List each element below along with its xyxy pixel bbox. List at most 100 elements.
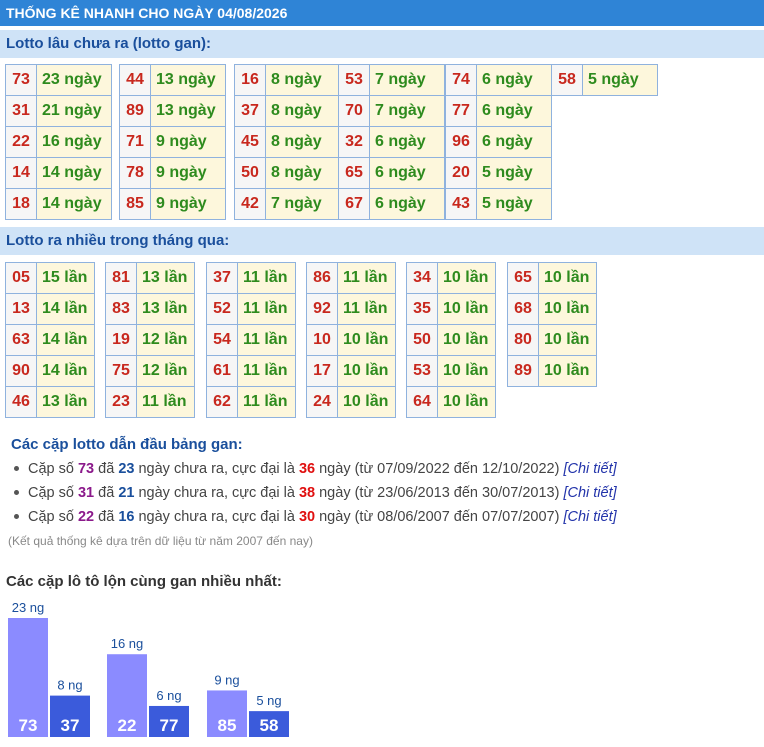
table-row: 14 14 ngày <box>5 157 112 189</box>
list-item: Cặp số 22 đã 16 ngày chưa ra, cực đại là… <box>10 506 617 530</box>
lotto-count: 10 lần <box>538 262 597 294</box>
lotto-number: 45 <box>234 126 266 158</box>
gan_section-table-1: 73 23 ngày 31 21 ngày 22 16 ngày 14 14 ngày 18 14… <box>5 64 112 220</box>
lotto-number: 50 <box>406 324 438 356</box>
lotto-number: 85 <box>119 188 151 220</box>
lotto-count: 14 lần <box>36 293 95 325</box>
frequent_section-table-3: 37 11 lần 52 11 lần 54 11 lần 61 11 lần 62 11 lần <box>206 262 296 418</box>
bar-category-label: 37 <box>61 716 80 735</box>
detail-link[interactable]: [Chi tiết] <box>563 509 616 525</box>
lotto-count: 11 lần <box>237 262 296 294</box>
table-row: 16 8 ngày <box>234 64 341 96</box>
table-row: 52 11 lần <box>206 293 296 325</box>
gan-section-title: Lotto lâu chưa ra (lotto gan): <box>0 30 764 58</box>
pair-max: 38 <box>298 485 316 501</box>
pairs-title: Các cặp lotto dẫn đầu bảng gan: <box>11 436 243 453</box>
lotto-count: 13 lần <box>36 386 95 418</box>
lotto-count: 7 ngày <box>369 64 445 96</box>
table-row: 42 7 ngày <box>234 188 341 220</box>
detail-link[interactable]: [Chi tiết] <box>563 485 616 501</box>
lotto-count: 8 ngày <box>265 157 341 189</box>
bar-value-label: 16 ng <box>111 636 144 651</box>
lotto-count: 7 ngày <box>265 188 341 220</box>
lotto-count: 14 lần <box>36 355 95 387</box>
lotto-count: 13 lần <box>136 293 195 325</box>
lotto-count: 13 ngày <box>150 64 226 96</box>
lotto-number: 22 <box>5 126 37 158</box>
bullet-icon <box>14 513 19 519</box>
bullet-icon <box>14 489 19 495</box>
lotto-number: 32 <box>338 126 370 158</box>
pair-text: Cặp số <box>28 485 78 501</box>
bar-category-label: 77 <box>160 716 179 735</box>
pair-number: 73 <box>77 461 95 477</box>
lotto-count: 9 ngày <box>150 157 226 189</box>
lotto-count: 10 lần <box>337 324 396 356</box>
frequent_section-table-5: 34 10 lần 35 10 lần 50 10 lần 53 10 lần 64 10 lần <box>406 262 496 418</box>
frequent_section-table-4: 86 11 lần 92 11 lần 10 10 lần 17 10 lần 24 10 lần <box>306 262 396 418</box>
lotto-count: 11 lần <box>237 386 296 418</box>
table-row: 71 9 ngày <box>119 126 226 158</box>
lotto-count: 10 lần <box>337 355 396 387</box>
lotto-count: 10 lần <box>538 355 597 387</box>
pair-days: 23 <box>118 461 135 477</box>
table-row: 13 14 lần <box>5 293 95 325</box>
lotto-number: 96 <box>445 126 477 158</box>
pair-text: Cặp số <box>28 461 78 477</box>
bar-category-label: 58 <box>260 716 279 735</box>
pair-text: ngày (từ 23/06/2013 đến 30/07/2013) <box>315 485 564 501</box>
lotto-number: 17 <box>306 355 338 387</box>
lotto-count: 11 lần <box>237 324 296 356</box>
table-row: 78 9 ngày <box>119 157 226 189</box>
lotto-count: 23 ngày <box>36 64 112 96</box>
lotto-number: 77 <box>445 95 477 127</box>
lotto-count: 10 lần <box>538 324 597 356</box>
lotto-count: 6 ngày <box>369 188 445 220</box>
table-row: 75 12 lần <box>105 355 195 387</box>
table-row: 18 14 ngày <box>5 188 112 220</box>
lotto-number: 46 <box>5 386 37 418</box>
lotto-count: 10 lần <box>437 386 496 418</box>
lotto-number: 42 <box>234 188 266 220</box>
frequent-section-title: Lotto ra nhiều trong tháng qua: <box>0 227 764 255</box>
pair-number: 22 <box>77 509 95 525</box>
lotto-number: 13 <box>5 293 37 325</box>
gan_section-table-2: 44 13 ngày 89 13 ngày 71 9 ngày 78 9 ngày 85 9 ng… <box>119 64 226 220</box>
table-row: 92 11 lần <box>306 293 396 325</box>
lotto-number: 90 <box>5 355 37 387</box>
bar-value-label: 23 ng <box>12 600 45 615</box>
lotto-number: 86 <box>306 262 338 294</box>
lotto-count: 6 ngày <box>369 157 445 189</box>
table-row: 53 7 ngày <box>338 64 445 96</box>
table-row: 50 10 lần <box>406 324 496 356</box>
lotto-number: 23 <box>105 386 137 418</box>
table-row: 74 6 ngày <box>445 64 552 96</box>
lotto-number: 19 <box>105 324 137 356</box>
table-row: 46 13 lần <box>5 386 95 418</box>
pair-text: ngày (từ 07/09/2022 đến 12/10/2022) <box>315 461 564 477</box>
lotto-count: 11 lần <box>337 293 396 325</box>
table-row: 80 10 lần <box>507 324 597 356</box>
table-row: 89 10 lần <box>507 355 597 387</box>
lotto-count: 6 ngày <box>476 64 552 96</box>
table-row: 19 12 lần <box>105 324 195 356</box>
detail-link[interactable]: [Chi tiết] <box>563 461 616 477</box>
lotto-count: 10 lần <box>337 386 396 418</box>
pair-bar-chart: 23 ng 73 8 ng 37 16 ng 22 6 ng 77 9 ng 85 5 ng 58 <box>8 600 289 737</box>
table-row: 34 10 lần <box>406 262 496 294</box>
gan_section-table-3: 16 8 ngày 37 8 ngày 45 8 ngày 50 8 ngày 42 7 ngày <box>234 64 341 220</box>
table-row: 10 10 lần <box>306 324 396 356</box>
lotto-number: 53 <box>338 64 370 96</box>
lotto-count: 10 lần <box>538 293 597 325</box>
lotto-count: 5 ngày <box>476 188 552 220</box>
lotto-number: 74 <box>445 64 477 96</box>
lotto-number: 52 <box>206 293 238 325</box>
lotto-count: 5 ngày <box>476 157 552 189</box>
table-row: 96 6 ngày <box>445 126 552 158</box>
lotto-number: 81 <box>105 262 137 294</box>
table-row: 77 6 ngày <box>445 95 552 127</box>
lotto-count: 6 ngày <box>369 126 445 158</box>
pair-text: ngày chưa ra, cực đại là <box>134 485 299 501</box>
lotto-count: 13 lần <box>136 262 195 294</box>
lotto-count: 6 ngày <box>476 126 552 158</box>
